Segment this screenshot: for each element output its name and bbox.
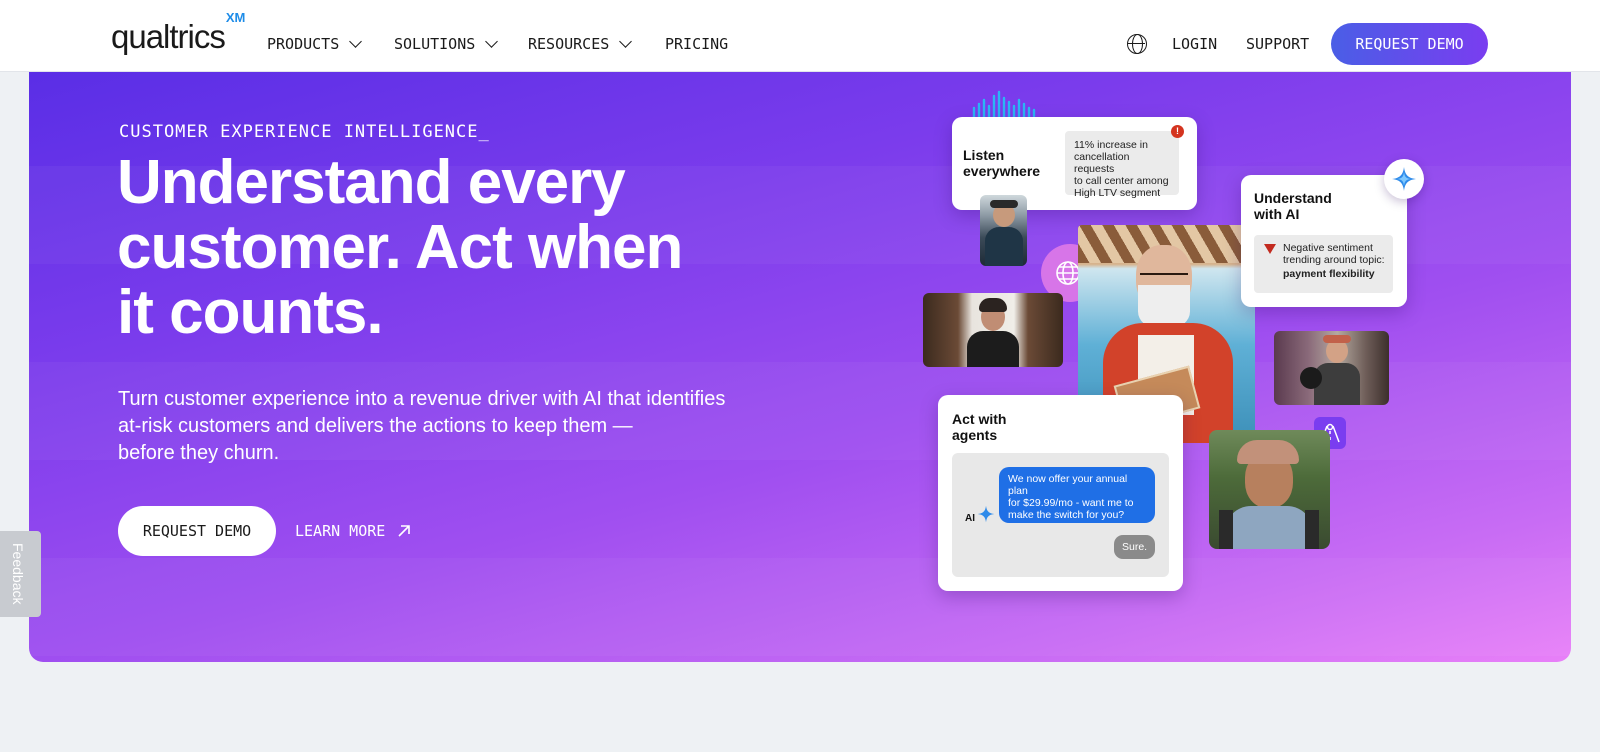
hero-headline: Understand every customer. Act when it c…: [117, 150, 737, 345]
subtext-line: Turn customer experience into a revenue …: [118, 388, 726, 410]
understand-title: Understand with AI: [1254, 190, 1332, 222]
nav-solutions[interactable]: SOLUTIONS: [394, 35, 499, 53]
support-label: SUPPORT: [1246, 35, 1310, 53]
title-line: Act with: [952, 411, 1007, 427]
top-navigation: qualtricsXM PRODUCTS SOLUTIONS RESOURCES…: [0, 0, 1600, 72]
sparkle-icon: [1392, 167, 1416, 191]
customer-photo: [1209, 430, 1330, 549]
nav-products[interactable]: PRODUCTS: [267, 35, 363, 53]
title-line: with AI: [1254, 206, 1300, 222]
globe-icon[interactable]: [1127, 34, 1147, 54]
chevron-down-icon: [349, 35, 363, 48]
customer-photo: [923, 293, 1063, 367]
subtext-line: before they churn.: [118, 442, 280, 464]
title-line: agents: [952, 427, 998, 443]
logo-badge: XM: [225, 10, 246, 25]
sparkle-icon: [977, 505, 995, 523]
nav-resources[interactable]: RESOURCES: [528, 35, 633, 53]
arrow-up-right-icon: [398, 525, 411, 537]
message-line: We now offer your annual plan: [1008, 473, 1128, 497]
nav-products-label: PRODUCTS: [267, 35, 340, 53]
hero-eyebrow: CUSTOMER EXPERIENCE INTELLIGENCE_: [119, 122, 490, 142]
customer-photo: [1274, 331, 1389, 405]
chat-panel: AI We now offer your annual plan for $29…: [952, 453, 1169, 577]
headline-line: customer. Act when: [117, 213, 683, 282]
login-label: LOGIN: [1172, 35, 1218, 53]
qualtrics-logo[interactable]: qualtricsXM: [111, 11, 245, 55]
feedback-tab[interactable]: Feedback: [0, 531, 41, 617]
understand-card: Understand with AI Negative sentiment tr…: [1241, 175, 1407, 307]
ai-message-bubble: We now offer your annual plan for $29.99…: [999, 467, 1155, 523]
ai-sparkle-badge: [1384, 159, 1424, 199]
title-line: everywhere: [963, 163, 1041, 179]
hero-subtext: Turn customer experience into a revenue …: [118, 386, 728, 467]
logo-text: qualtrics: [111, 18, 226, 55]
customer-photo: [980, 195, 1027, 266]
insight-line: Negative sentiment: [1283, 242, 1373, 254]
listen-title: Listen everywhere: [963, 147, 1040, 179]
nav-pricing[interactable]: PRICING: [665, 35, 728, 53]
insight-box: Negative sentiment trending around topic…: [1254, 235, 1393, 293]
message-line: make the switch for you?: [1008, 509, 1125, 521]
headline-line: Understand every: [117, 148, 626, 217]
nav-resources-label: RESOURCES: [528, 35, 610, 53]
trend-down-icon: [1264, 244, 1276, 254]
subtext-line: at-risk customers and delivers the actio…: [118, 415, 633, 437]
chevron-down-icon: [619, 35, 633, 48]
login-link[interactable]: LOGIN: [1172, 35, 1217, 53]
headline-line: it counts.: [117, 278, 384, 347]
request-demo-button[interactable]: REQUEST DEMO: [118, 506, 276, 556]
hero-band: [29, 558, 1571, 656]
alert-line: cancellation requests: [1074, 151, 1130, 175]
ai-label: AI: [965, 513, 975, 524]
message-line: for $29.99/mo - want me to: [1008, 497, 1134, 509]
alert-line: to call center among: [1074, 175, 1169, 187]
alert-icon: !: [1171, 125, 1184, 138]
act-title: Act with agents: [952, 411, 1006, 443]
feedback-label: Feedback: [10, 543, 26, 605]
request-demo-nav-button[interactable]: REQUEST DEMO: [1331, 23, 1488, 65]
learn-more-label: LEARN MORE: [295, 522, 386, 540]
nav-solutions-label: SOLUTIONS: [394, 35, 476, 53]
alert-line: High LTV segment: [1074, 187, 1161, 199]
nav-pricing-label: PRICING: [665, 35, 729, 53]
title-line: Understand: [1254, 190, 1332, 206]
support-link[interactable]: SUPPORT: [1246, 35, 1309, 53]
insight-topic: payment flexibility: [1283, 268, 1375, 280]
chevron-down-icon: [485, 35, 499, 48]
alert-line: 11% increase in: [1074, 139, 1148, 151]
reply-bubble: Sure.: [1114, 535, 1156, 559]
learn-more-link[interactable]: LEARN MORE: [295, 522, 411, 540]
insight-line: trending around topic:: [1283, 254, 1385, 266]
alert-box: 11% increase in cancellation requests to…: [1065, 131, 1179, 199]
act-card: Act with agents AI We now offer your ann…: [938, 395, 1183, 591]
title-line: Listen: [963, 147, 1005, 163]
